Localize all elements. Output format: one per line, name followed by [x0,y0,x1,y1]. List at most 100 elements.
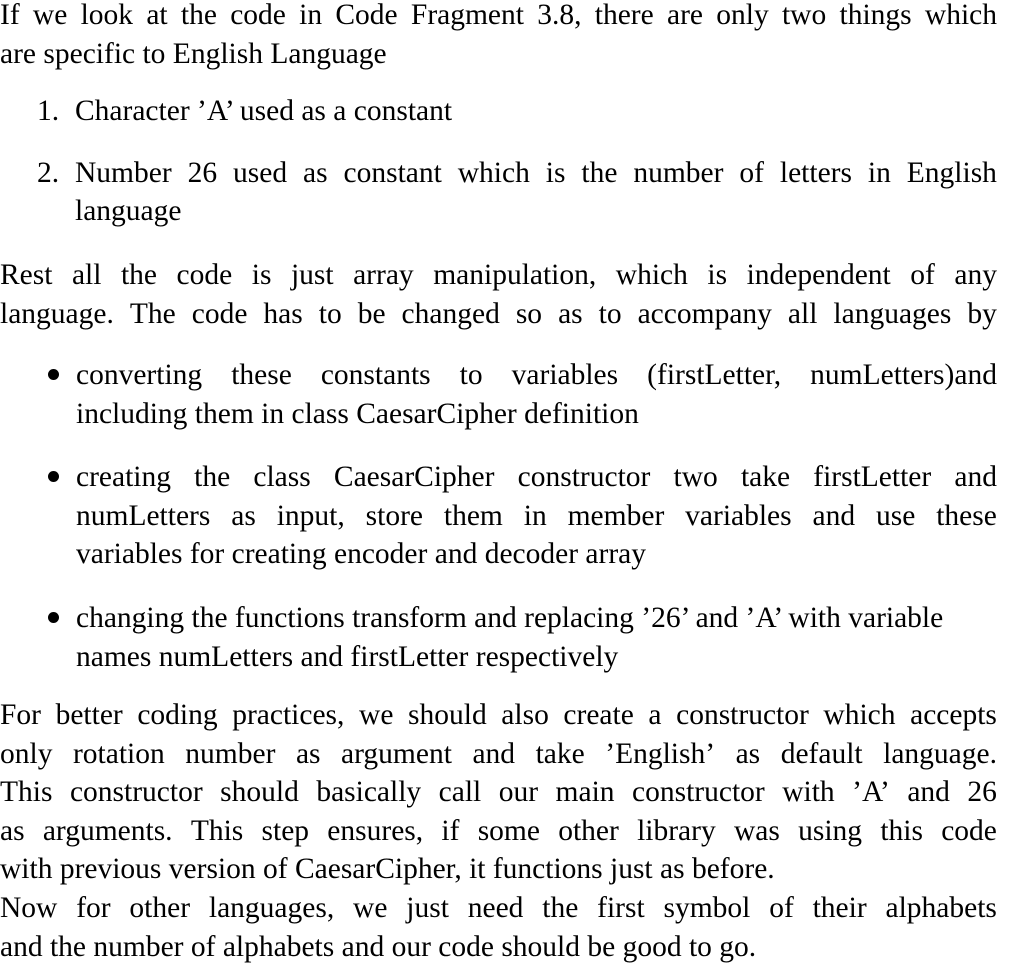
word: should [408,699,487,731]
word: practices, [232,699,345,731]
word: should [220,776,299,809]
word: changed [401,297,500,330]
word: as [0,814,25,847]
list-item: creating the class CaesarCipher constructor t… [0,458,1018,574]
word: is [545,156,566,189]
word: input, [276,499,345,532]
word: the [194,461,231,494]
word: Number [75,156,172,189]
word: manipulation, [433,259,597,291]
word: the [542,891,579,924]
word: call [438,776,482,809]
word: for [76,891,111,924]
word: take [535,737,585,770]
word: language. [0,297,114,330]
word: 3.8, [537,0,582,31]
word: symbol [663,891,751,924]
list-item-body: Character ’A’ used as a constant [75,92,998,131]
word: languages [833,297,952,330]
word: constructor [69,776,203,809]
text-line: as arguments. This step ensures, if some other l… [0,812,997,851]
word: and [954,461,997,494]
word: to [318,297,342,330]
word: these [936,499,997,532]
word: alphabets [885,891,997,924]
word: only [716,0,769,31]
word: library [637,814,716,847]
word: numLetters [76,499,211,532]
word: firstLetter [813,461,932,494]
word: constants [320,359,431,391]
word: is [251,259,272,291]
word: at [146,0,168,31]
word: use [876,499,916,532]
word: other [129,891,191,924]
word: variables [511,359,619,391]
word: ’English’ [605,737,716,770]
word: class [253,461,311,494]
word: as [303,156,328,189]
list-item: changing the functions transform and rep… [0,599,1018,676]
intro-paragraph: If we look at the code in Code Fragment 3.8, there… [0,0,998,73]
word: which [615,259,688,291]
word: these [231,359,292,391]
word: two [781,0,827,31]
word: basically [316,776,422,809]
word: constructor [676,699,809,731]
word: which [924,0,997,31]
text-line: Character ’A’ used as a constant [75,95,453,127]
word: we [32,0,68,31]
list-item: 2. Number 26 used as constant which is the numbe… [0,154,998,231]
word: of [910,259,935,291]
word: using [798,814,863,847]
word: code [176,259,233,291]
word: This [0,776,53,809]
text-line: Number 26 used as constant which is the number of… [75,154,997,193]
word: accepts [910,699,997,731]
text-line: If we look at the code in Code Fragment 3.8, there… [0,0,997,35]
word: of [769,891,794,924]
word: which [823,699,896,731]
word: Fragment [410,0,524,31]
word: array [353,259,414,291]
word: and [907,776,950,809]
word: by [967,297,997,330]
list-item-body: Number 26 used as constant which is the number of… [75,154,998,231]
document-page: If we look at the code in Code Fragment 3.8, there… [0,0,1018,963]
word: if [441,814,460,847]
text-line: This constructor should basically call our mai… [0,773,997,812]
word: used [233,156,288,189]
word: them [443,499,503,532]
closing-paragraph: For better coding practices, we should also cre… [0,696,998,966]
word: we [353,891,388,924]
list-item-body: converting these constants to variables (firs… [76,356,1018,433]
word: any [954,259,997,291]
word: was [733,814,780,847]
bulleted-list: converting these constants to variables (firs… [0,356,1018,676]
word: only [0,737,53,770]
word: the [120,259,158,291]
list-item: 1. Character ’A’ used as a constant [0,92,998,131]
word: member [567,499,665,532]
word: some [477,814,540,847]
word: of [739,156,764,189]
word: take [740,461,791,494]
list-item-body: creating the class CaesarCipher constructor t… [76,458,1018,574]
word: Now [0,891,58,924]
word: number [185,737,276,770]
word: constant [343,156,442,189]
word: in [867,156,891,189]
word: better [55,699,123,731]
text-line: only rotation number as argument and take ’Engl… [0,735,997,774]
text-line: including them in class CaesarCipher def… [76,397,639,430]
word: the [581,156,618,189]
word: and [812,499,856,532]
word: 26 [187,156,218,189]
word: other [558,814,619,847]
word: as [735,737,761,770]
text-line: changing the functions transform and rep… [76,601,944,634]
word: The [129,297,176,330]
word: letters [779,156,852,189]
text-line: language. The code has to be changed so as to acco… [0,295,997,334]
word: in [299,0,323,31]
